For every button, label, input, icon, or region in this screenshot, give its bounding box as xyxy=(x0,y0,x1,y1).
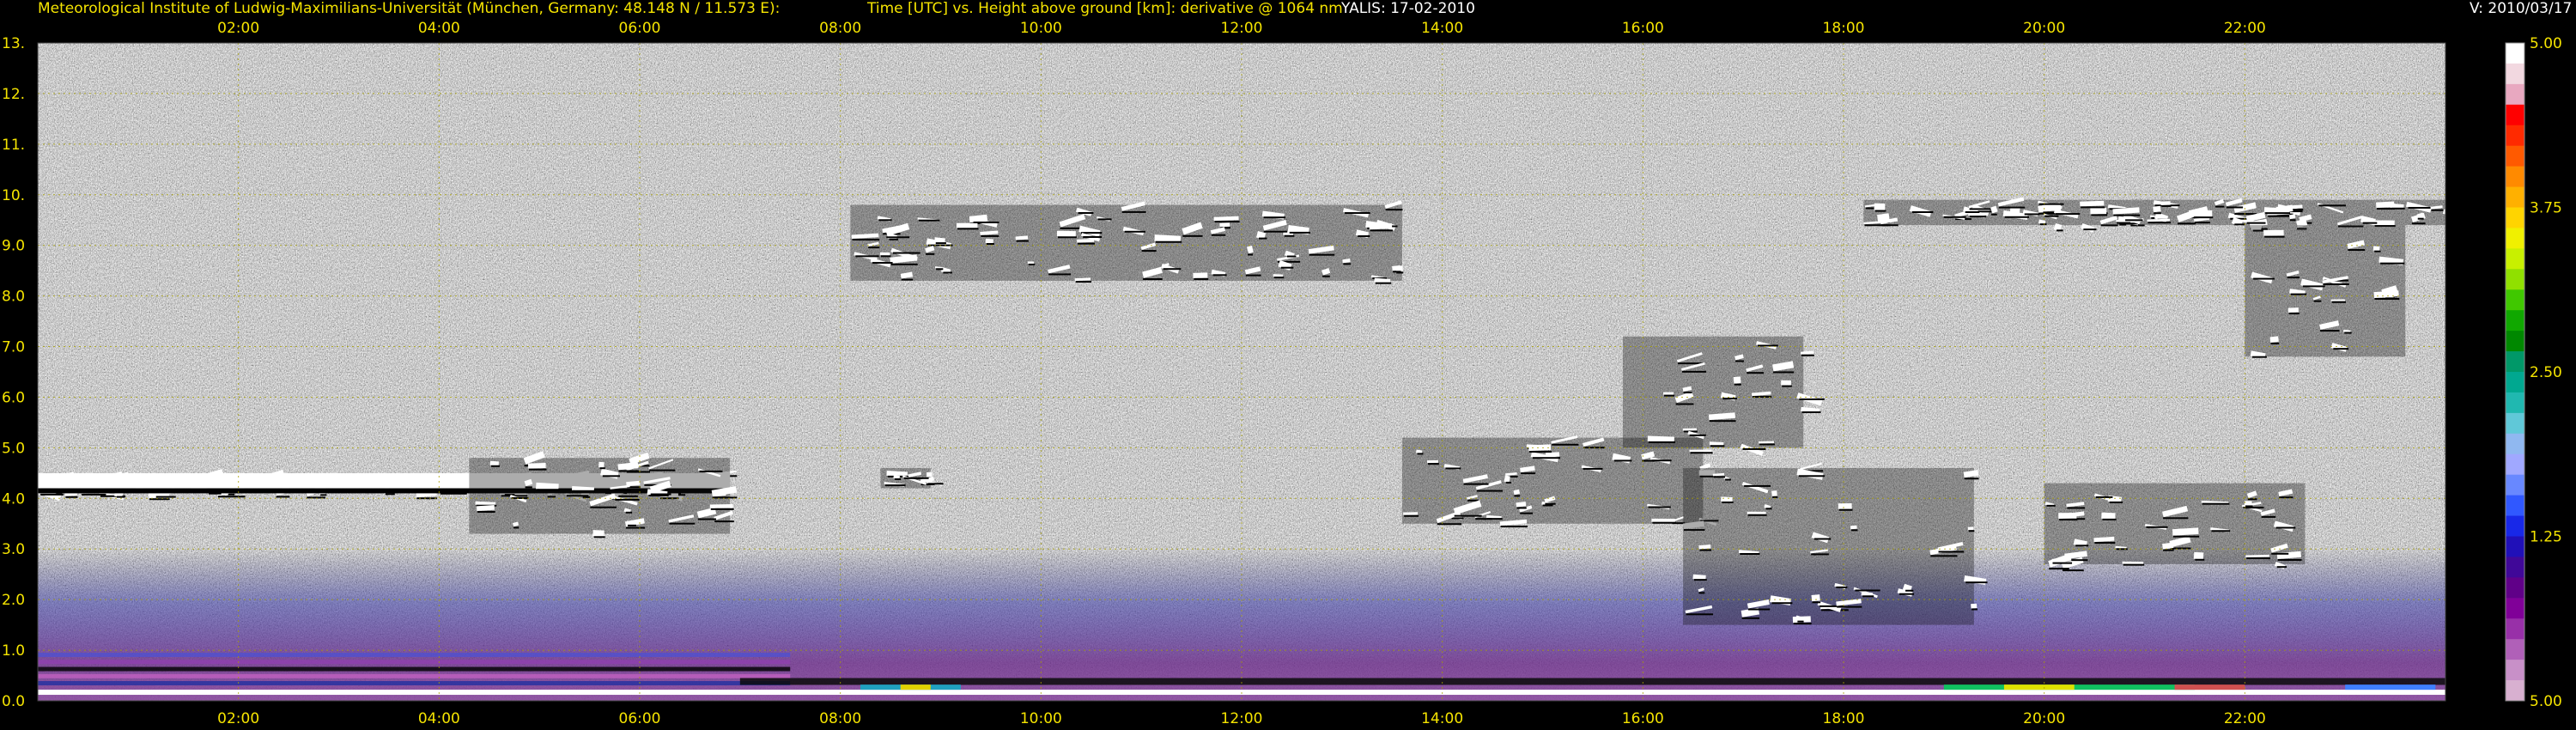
x-tick-label-bottom: 10:00 xyxy=(1020,710,1062,727)
cloud-feature xyxy=(1683,462,1988,625)
colorbar-swatch xyxy=(2506,166,2524,188)
colorbar-label: 3.75 xyxy=(2530,200,2562,217)
colorbar-swatch xyxy=(2506,186,2524,208)
near-ground-return xyxy=(2003,684,2075,690)
colorbar-swatch xyxy=(2506,104,2524,126)
x-tick-label-top: 10:00 xyxy=(1020,20,1062,37)
x-tick-label-top: 02:00 xyxy=(217,20,259,37)
colorbar-swatch xyxy=(2506,660,2524,681)
colorbar-swatch xyxy=(2506,598,2524,619)
x-tick-label-top: 14:00 xyxy=(1421,20,1463,37)
x-tick-label-bottom: 22:00 xyxy=(2224,710,2266,727)
colorbar-swatch xyxy=(2506,248,2524,270)
cloud-feature xyxy=(469,451,738,538)
aerosol-streak xyxy=(38,673,791,678)
y-tick-label: 6.0 xyxy=(2,389,25,406)
y-tick-label: 8.0 xyxy=(2,289,25,306)
x-tick-label-bottom: 04:00 xyxy=(418,710,460,727)
cloud-feature xyxy=(1401,435,1719,532)
colorbar-swatch xyxy=(2506,289,2524,311)
x-tick-label-top: 18:00 xyxy=(1823,20,1865,37)
aerosol-streak xyxy=(38,660,791,665)
x-tick-label-bottom: 20:00 xyxy=(2023,710,2065,727)
x-tick-label-bottom: 14:00 xyxy=(1421,710,1463,727)
near-ground-return xyxy=(2174,684,2245,690)
colorbar-label: 2.50 xyxy=(2530,364,2562,381)
x-tick-label-bottom: 12:00 xyxy=(1221,710,1263,727)
y-tick-label: 10. xyxy=(2,187,25,204)
near-ground-return xyxy=(2345,684,2436,690)
colorbar-swatch xyxy=(2506,618,2524,640)
x-tick-label-bottom: 18:00 xyxy=(1823,710,1865,727)
x-tick-label-top: 08:00 xyxy=(819,20,861,37)
cirrus-feature xyxy=(850,200,1404,284)
colorbar-label: 5.00 xyxy=(2530,693,2562,710)
colorbar-swatch xyxy=(2506,412,2524,435)
colorbar-swatch xyxy=(2506,125,2524,147)
aerosol-streak xyxy=(38,653,791,658)
colorbar-swatch xyxy=(2506,310,2524,332)
x-tick-label-top: 04:00 xyxy=(418,20,460,37)
chart-title: Time [UTC] vs. Height above ground [km]:… xyxy=(867,0,1343,17)
colorbar-swatch xyxy=(2506,331,2524,352)
cloud-feature xyxy=(2044,483,2306,572)
colorbar-swatch xyxy=(2506,392,2524,414)
x-tick-label-top: 20:00 xyxy=(2023,20,2065,37)
colorbar-swatch xyxy=(2506,680,2524,702)
colorbar-swatch xyxy=(2506,433,2524,455)
colorbar-label: 1.25 xyxy=(2530,529,2562,546)
aerosol-streak xyxy=(38,681,791,686)
x-tick-label-bottom: 02:00 xyxy=(217,710,259,727)
colorbar-label: 5.00 xyxy=(2530,35,2562,52)
colorbar-swatch xyxy=(2506,269,2524,290)
near-ground-return xyxy=(900,684,931,690)
x-tick-label-top: 22:00 xyxy=(2224,20,2266,37)
y-tick-label: 1.0 xyxy=(2,642,25,660)
y-tick-label: 7.0 xyxy=(2,339,25,356)
colorbar-swatch xyxy=(2506,228,2524,249)
version-label: V: 2010/03/17 xyxy=(2470,0,2573,17)
y-tick-label: 5.0 xyxy=(2,440,25,457)
cloud-feature xyxy=(1622,336,1825,456)
institute-label: Meteorological Institute of Ludwig-Maxim… xyxy=(38,0,781,17)
colorbar-swatch xyxy=(2506,577,2524,599)
y-tick-label: 0.0 xyxy=(2,693,25,710)
y-tick-label: 2.0 xyxy=(2,592,25,609)
instrument-date-label: YALIS: 17-02-2010 xyxy=(1341,0,1475,17)
colorbar-swatch xyxy=(2506,474,2524,496)
y-tick-label: 11. xyxy=(2,137,25,154)
x-tick-label-top: 12:00 xyxy=(1221,20,1263,37)
x-tick-label-bottom: 06:00 xyxy=(619,710,661,727)
colorbar-swatch xyxy=(2506,145,2524,167)
colorbar-swatch xyxy=(2506,639,2524,660)
colorbar-swatch xyxy=(2506,63,2524,85)
lidar-plot: 02:00 02:00 04:00 04:00 06:00 06:00 08:00 08:00… xyxy=(2,20,2562,727)
y-tick-label: 12. xyxy=(2,86,25,103)
y-tick-label: 9.0 xyxy=(2,238,25,255)
colorbar-swatch xyxy=(2506,207,2524,228)
x-tick-label-bottom: 16:00 xyxy=(1622,710,1664,727)
x-tick-label-bottom: 08:00 xyxy=(819,710,861,727)
colorbar-swatch xyxy=(2506,495,2524,517)
y-tick-label: 13. xyxy=(2,35,25,52)
colorbar-swatch xyxy=(2506,557,2524,578)
colorbar-swatch xyxy=(2506,43,2524,64)
colorbar-swatch xyxy=(2506,515,2524,537)
colorbar-swatch xyxy=(2506,536,2524,557)
aerosol-streak xyxy=(38,666,791,672)
colorbar-swatch xyxy=(2506,351,2524,373)
y-tick-label: 4.0 xyxy=(2,490,25,508)
colorbar-swatch xyxy=(2506,453,2524,476)
x-tick-label-top: 06:00 xyxy=(619,20,661,37)
colorbar-swatch xyxy=(2506,83,2524,106)
y-tick-label: 3.0 xyxy=(2,541,25,558)
colorbar-swatch xyxy=(2506,372,2524,393)
x-tick-label-top: 16:00 xyxy=(1622,20,1664,37)
near-ground-dark-band xyxy=(739,678,2445,685)
